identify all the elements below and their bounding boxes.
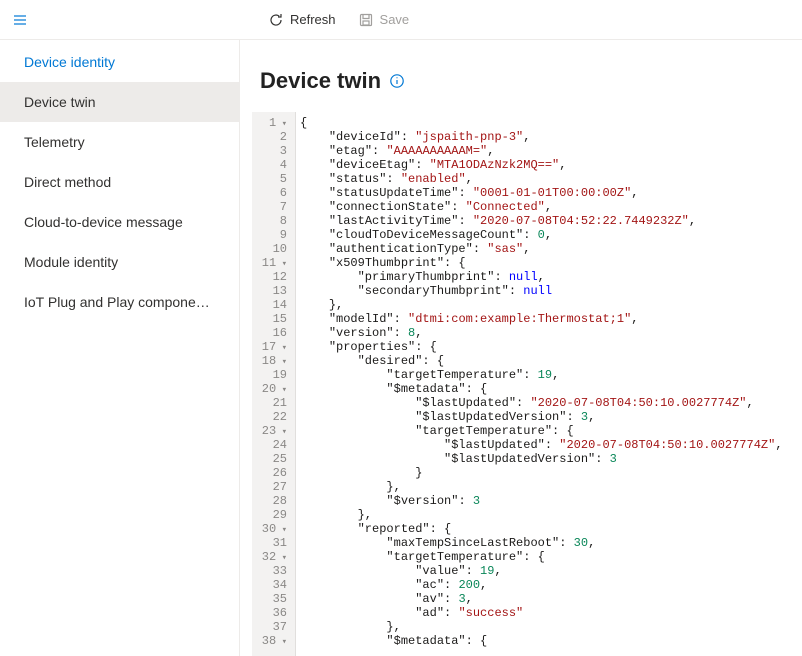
refresh-icon (268, 12, 284, 28)
sidebar-item-iot-pnp[interactable]: IoT Plug and Play compone… (0, 282, 239, 322)
refresh-label: Refresh (290, 12, 336, 27)
hamburger-icon (12, 12, 28, 28)
save-button[interactable]: Save (350, 6, 418, 34)
sidebar-item-device-twin[interactable]: Device twin (0, 82, 239, 122)
sidebar-item-telemetry[interactable]: Telemetry (0, 122, 239, 162)
save-icon (358, 12, 374, 28)
toolbar: Refresh Save (260, 6, 417, 34)
main-panel: Device twin 1234567891011121314151617181… (240, 40, 802, 656)
editor-code[interactable]: { "deviceId": "jspaith-pnp-3", "etag": "… (296, 112, 802, 656)
save-label: Save (380, 12, 410, 27)
sidebar: Device identity Device twin Telemetry Di… (0, 40, 240, 656)
sidebar-item-cloud-to-device[interactable]: Cloud-to-device message (0, 202, 239, 242)
json-editor[interactable]: 1234567891011121314151617181920212223242… (252, 112, 802, 656)
info-icon[interactable] (389, 73, 405, 89)
sidebar-item-device-identity[interactable]: Device identity (0, 42, 239, 82)
sidebar-item-module-identity[interactable]: Module identity (0, 242, 239, 282)
refresh-button[interactable]: Refresh (260, 6, 344, 34)
editor-gutter: 1234567891011121314151617181920212223242… (252, 112, 296, 656)
hamburger-menu-button[interactable] (0, 0, 40, 40)
page-header: Device twin (240, 40, 802, 112)
topbar: Refresh Save (0, 0, 802, 40)
page-title: Device twin (260, 68, 381, 94)
sidebar-item-direct-method[interactable]: Direct method (0, 162, 239, 202)
